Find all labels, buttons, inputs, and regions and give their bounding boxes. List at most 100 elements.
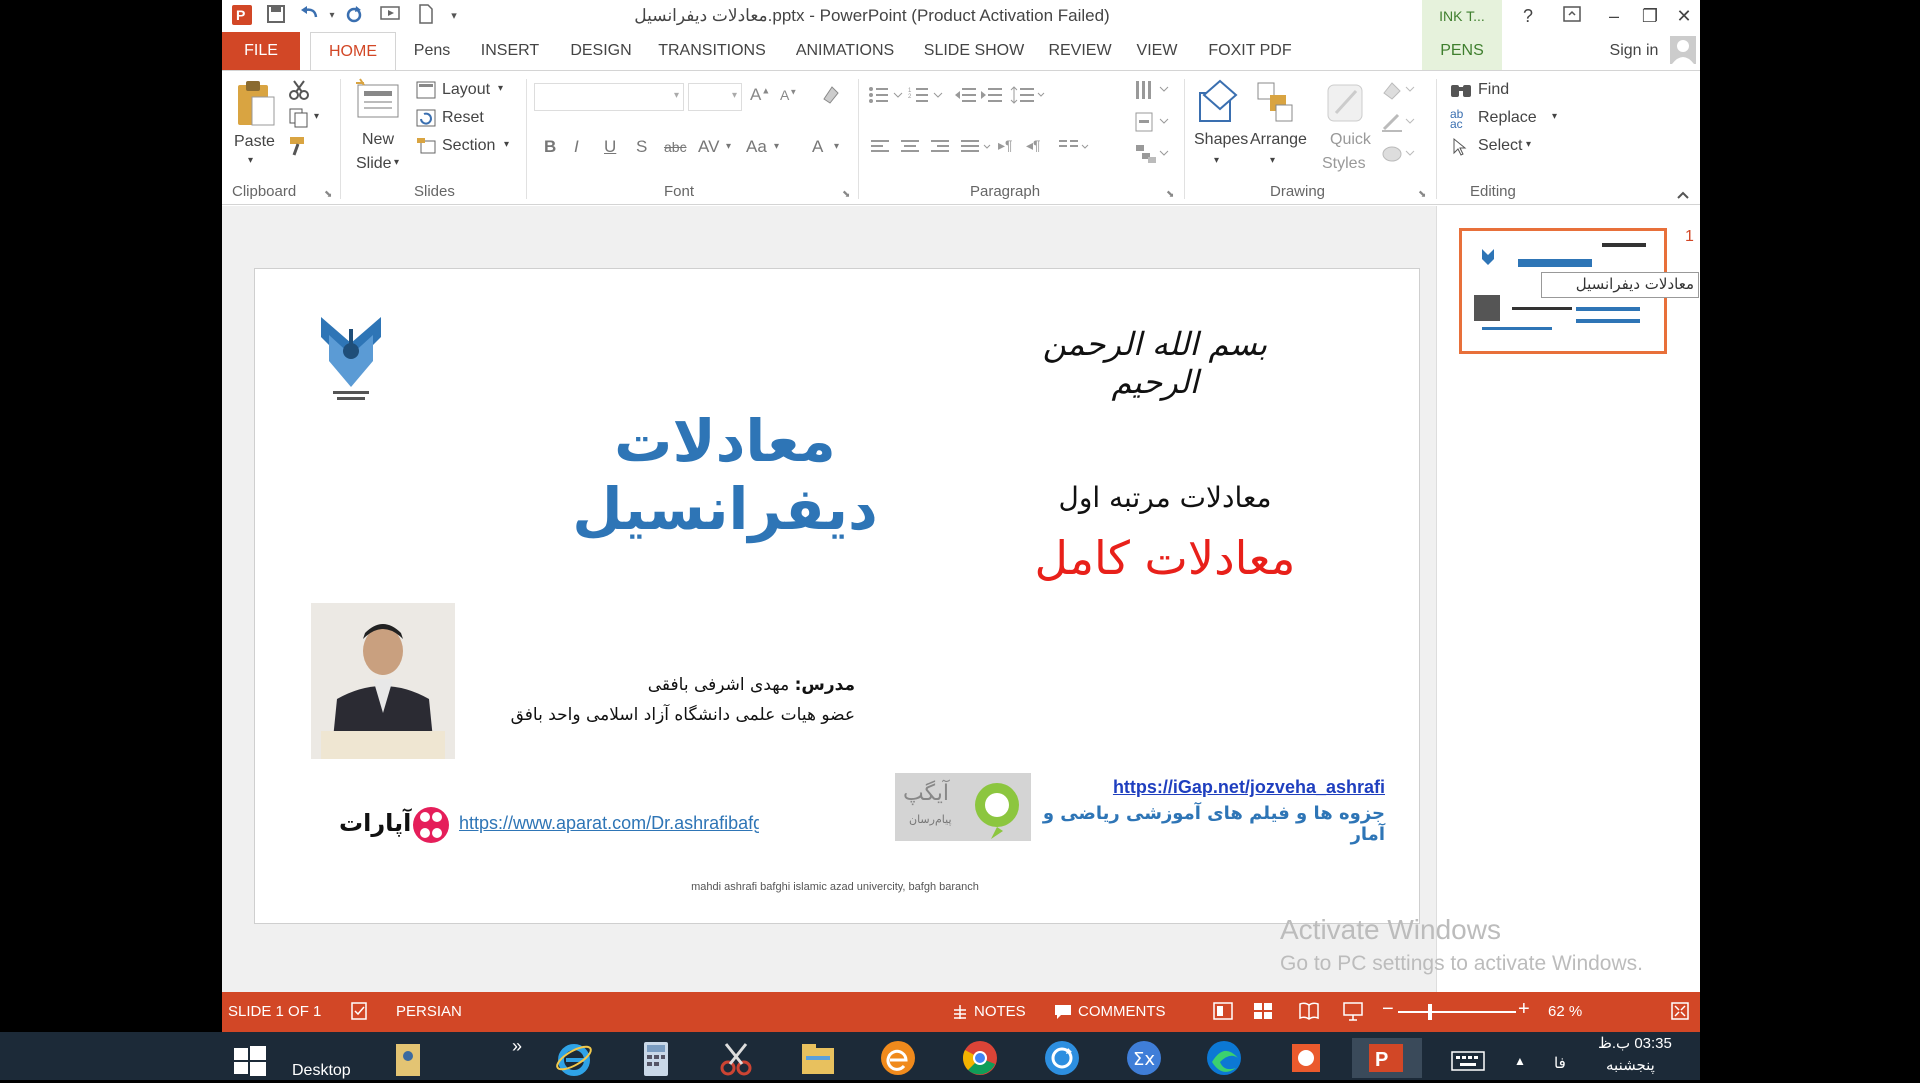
powerpoint-app-icon[interactable]: P — [230, 4, 254, 28]
ribbon-display-options-icon[interactable] — [1556, 2, 1588, 30]
slide-canvas[interactable]: بسم الله الرحمن الرحیم معادلات دیفرانسیل… — [254, 268, 1420, 924]
slide-main-title[interactable]: معادلات دیفرانسیل — [475, 407, 975, 543]
redo-icon[interactable] — [342, 4, 366, 28]
font-name-dropdown[interactable]: ▾ — [534, 83, 684, 111]
italic-button[interactable]: I — [574, 137, 579, 157]
fit-to-window-icon[interactable] — [1670, 1001, 1690, 1025]
increase-indent-icon[interactable] — [980, 85, 1004, 110]
save-icon[interactable] — [264, 4, 288, 28]
tab-slide-show[interactable]: SLIDE SHOW — [918, 32, 1030, 70]
underline-button[interactable]: U — [604, 137, 616, 157]
paste-dropdown-icon[interactable]: ▾ — [248, 155, 253, 166]
drawing-launcher-icon[interactable]: ⬊ — [1418, 189, 1426, 200]
notes-icon[interactable] — [952, 1004, 968, 1024]
bold-button[interactable]: B — [544, 137, 556, 157]
igap-link[interactable]: https://iGap.net/jozveha_ashrafi — [1015, 777, 1385, 798]
chrome-icon[interactable] — [960, 1038, 1004, 1078]
restore-button[interactable]: ❐ — [1634, 2, 1666, 30]
text-direction-icon[interactable] — [1134, 79, 1170, 106]
tab-insert[interactable]: INSERT — [472, 32, 548, 70]
align-left-icon[interactable] — [870, 139, 890, 160]
internet-explorer-icon[interactable] — [554, 1038, 598, 1078]
start-windows-icon[interactable] — [230, 1038, 274, 1078]
font-size-dropdown[interactable]: ▾ — [688, 83, 742, 111]
tab-file[interactable]: FILE — [222, 32, 300, 70]
user-folder-icon[interactable] — [388, 1038, 432, 1078]
select-cursor-icon[interactable] — [1452, 137, 1468, 162]
shapes-icon[interactable] — [1196, 79, 1242, 130]
select-button[interactable]: Select — [1478, 137, 1522, 155]
normal-view-icon[interactable] — [1212, 1000, 1234, 1026]
strikethrough-button[interactable]: abc — [664, 139, 687, 155]
smartart-icon[interactable] — [1134, 143, 1170, 170]
customize-qat-icon[interactable]: ▾ — [442, 4, 466, 28]
toolbar-chevron[interactable]: » — [512, 1036, 522, 1057]
new-slide-label-1[interactable]: New — [362, 131, 394, 149]
section-dropdown-icon[interactable]: ▾ — [504, 139, 509, 150]
ltr-direction-icon[interactable]: ▸¶ — [998, 137, 1013, 154]
tab-review[interactable]: REVIEW — [1042, 32, 1118, 70]
arrange-icon[interactable] — [1256, 81, 1296, 128]
change-case-button[interactable]: Aa — [746, 137, 767, 157]
character-spacing-dropdown-icon[interactable]: ▾ — [726, 141, 731, 152]
layout-dropdown-icon[interactable]: ▾ — [498, 83, 503, 94]
office-app-icon[interactable] — [1286, 1038, 1330, 1078]
tab-pens-contextual[interactable]: PENS — [1422, 32, 1502, 70]
zoom-in-button[interactable]: + — [1518, 998, 1530, 1021]
help-button[interactable]: ? — [1512, 2, 1544, 30]
tab-foxit-pdf[interactable]: FOXIT PDF — [1198, 32, 1302, 70]
section-button[interactable]: Section — [442, 137, 495, 155]
find-icon[interactable] — [1450, 81, 1472, 104]
aparat-link[interactable]: https://www.aparat.com/Dr.ashrafibafghi — [459, 813, 759, 834]
align-center-icon[interactable] — [900, 139, 920, 160]
zoom-slider[interactable] — [1398, 1011, 1516, 1013]
app-e-orange-icon[interactable] — [878, 1038, 922, 1078]
notes-button[interactable]: NOTES — [974, 1003, 1026, 1020]
change-case-dropdown-icon[interactable]: ▾ — [774, 141, 779, 152]
slideshow-view-icon[interactable] — [1342, 1000, 1364, 1026]
decrease-font-size-icon[interactable]: A▼ — [780, 87, 797, 103]
slide-subtitle-first-order[interactable]: معادلات مرتبه اول — [1015, 481, 1315, 514]
math-sigma-icon[interactable]: Σx — [1124, 1038, 1168, 1078]
new-slide-label-2[interactable]: Slide — [356, 155, 392, 173]
copy-icon[interactable] — [288, 107, 310, 134]
tab-pens[interactable]: Pens — [402, 32, 462, 70]
language-indicator[interactable]: PERSIAN — [396, 1003, 462, 1020]
ink-tools-contextual-tab[interactable]: INK T... — [1422, 0, 1502, 32]
start-from-beginning-icon[interactable] — [378, 4, 402, 28]
replace-button[interactable]: Replace — [1478, 109, 1537, 127]
zoom-out-button[interactable]: − — [1382, 998, 1394, 1021]
find-button[interactable]: Find — [1478, 81, 1509, 99]
file-explorer-icon[interactable] — [798, 1038, 842, 1078]
snipping-tool-icon[interactable] — [716, 1038, 760, 1078]
slide-subtitle-exact[interactable]: معادلات کامل — [995, 531, 1335, 585]
paragraph-launcher-icon[interactable]: ⬊ — [1166, 189, 1174, 200]
spellcheck-icon[interactable] — [350, 1001, 370, 1025]
tab-design[interactable]: DESIGN — [560, 32, 642, 70]
align-text-icon[interactable] — [1134, 111, 1170, 138]
collapse-ribbon-icon[interactable] — [1676, 187, 1690, 205]
text-shadow-button[interactable]: S — [636, 137, 647, 157]
layout-button[interactable]: Layout — [442, 81, 490, 99]
format-painter-icon[interactable] — [288, 135, 310, 162]
shapes-button-label[interactable]: Shapes — [1194, 131, 1248, 149]
new-slide-dropdown-icon[interactable]: ▾ — [394, 157, 399, 168]
tab-view[interactable]: VIEW — [1126, 32, 1188, 70]
sync-app-icon[interactable] — [1042, 1038, 1086, 1078]
tab-home[interactable]: HOME — [310, 32, 396, 70]
calculator-icon[interactable] — [636, 1038, 680, 1078]
shape-effects-icon[interactable] — [1380, 143, 1416, 170]
clear-formatting-icon[interactable] — [820, 83, 842, 110]
paste-icon[interactable] — [234, 79, 278, 134]
slide-sorter-view-icon[interactable] — [1252, 1000, 1274, 1026]
reading-view-icon[interactable] — [1298, 1000, 1320, 1026]
account-avatar-icon[interactable] — [1670, 36, 1696, 69]
reset-button[interactable]: Reset — [442, 109, 484, 127]
desktop-toolbar-label[interactable]: Desktop — [292, 1062, 351, 1080]
layout-icon[interactable] — [416, 81, 436, 104]
arrange-dropdown-icon[interactable]: ▾ — [1270, 155, 1275, 166]
rtl-direction-icon[interactable]: ◂¶ — [1026, 137, 1041, 154]
select-dropdown-icon[interactable]: ▾ — [1526, 139, 1531, 150]
tray-chevron-icon[interactable]: ▲ — [1514, 1054, 1526, 1068]
cut-icon[interactable] — [288, 79, 310, 106]
